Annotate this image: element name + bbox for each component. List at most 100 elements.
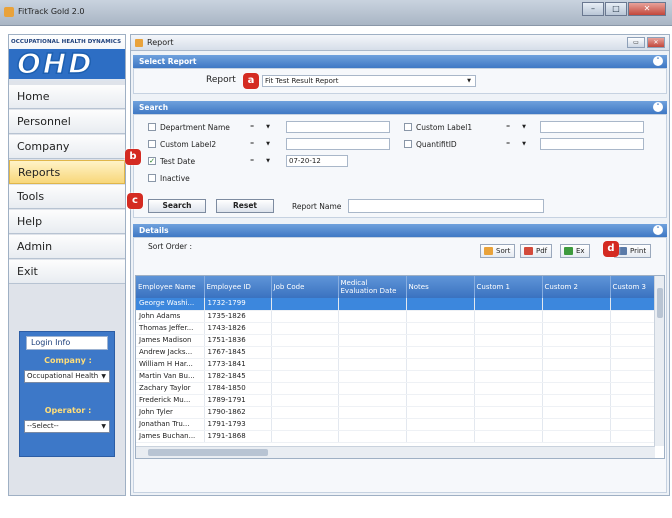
table-cell	[338, 406, 407, 419]
table-row[interactable]: Jonathan Tru... 1791-1793	[136, 418, 657, 431]
test-date-input[interactable]: 07-20-12	[286, 155, 348, 167]
inactive-checkbox[interactable]	[148, 174, 156, 182]
custom-label2-checkbox[interactable]	[148, 140, 156, 148]
custom-label2-input[interactable]	[286, 138, 390, 150]
report-icon	[135, 39, 143, 47]
nav-admin[interactable]: Admin	[9, 235, 125, 259]
table-cell: Zachary Taylor	[136, 382, 205, 395]
table-cell	[271, 322, 339, 335]
report-name-input[interactable]	[348, 199, 544, 213]
table-cell	[474, 406, 543, 419]
department-name-input[interactable]	[286, 121, 390, 133]
excel-button[interactable]: Ex	[560, 244, 590, 258]
department-name-checkbox[interactable]	[148, 123, 156, 131]
column-header[interactable]: Custom 1	[474, 276, 543, 298]
column-header[interactable]: Employee ID	[204, 276, 272, 298]
collapse-icon[interactable]: ˄	[653, 56, 663, 66]
results-grid[interactable]: Employee Name Employee ID Job Code Medic…	[135, 275, 665, 459]
table-cell	[610, 346, 657, 359]
pdf-button[interactable]: Pdf	[520, 244, 553, 258]
report-close-button[interactable]: ✕	[647, 37, 665, 48]
collapse-icon[interactable]: ˄	[653, 102, 663, 112]
nav-personnel[interactable]: Personnel	[9, 110, 125, 134]
column-header[interactable]: Employee Name	[136, 276, 205, 298]
table-cell	[406, 358, 475, 371]
nav-exit[interactable]: Exit	[9, 260, 125, 284]
print-label: Print	[630, 247, 647, 255]
operator-select-value: --Select--	[27, 422, 59, 430]
chevron-down-icon: ▼	[266, 158, 270, 164]
test-date-checkbox[interactable]: ✓	[148, 157, 156, 165]
maximize-button[interactable]: □	[605, 2, 627, 16]
table-cell	[271, 418, 339, 431]
scroll-thumb[interactable]	[657, 288, 663, 318]
table-row[interactable]: Andrew Jacks... 1767-1845	[136, 346, 657, 359]
table-row[interactable]: James Madison 1751-1836	[136, 334, 657, 347]
table-row[interactable]: Martin Van Bu... 1782-1845	[136, 370, 657, 383]
quantifitid-checkbox[interactable]	[404, 140, 412, 148]
column-header[interactable]: Custom 2	[542, 276, 611, 298]
table-row[interactable]: John Tyler 1790-1862	[136, 406, 657, 419]
table-cell	[406, 418, 475, 431]
report-select[interactable]: Fit Test Result Report ▼	[262, 75, 476, 87]
operator-label: Operator :	[44, 406, 92, 415]
nav-home[interactable]: Home	[9, 85, 125, 109]
report-select-value: Fit Test Result Report	[265, 77, 339, 85]
operator-select[interactable]: --Select-- ▼	[24, 420, 110, 433]
select-report-header: Select Report ˄	[133, 55, 667, 68]
table-row[interactable]: Zachary Taylor 1784-1850	[136, 382, 657, 395]
brand-logo: Occupational Health Dynamics OHD	[9, 35, 125, 81]
ohd-logo: OHD	[16, 46, 94, 81]
search-button[interactable]: Search	[148, 199, 206, 213]
operator-value: =	[506, 141, 511, 147]
column-header[interactable]: Medical Evaluation Date	[338, 276, 407, 298]
column-header[interactable]: Custom 3	[610, 276, 657, 298]
custom-label1-checkbox[interactable]	[404, 123, 412, 131]
table-cell: William H Har...	[136, 358, 205, 371]
column-header[interactable]: Job Code	[271, 276, 339, 298]
custom-label2-operator-select[interactable]: = ▼	[248, 138, 272, 150]
nav-company[interactable]: Company	[9, 135, 125, 159]
table-cell	[542, 334, 611, 347]
chevron-down-icon: ▼	[522, 141, 526, 147]
table-cell: 1789-1791	[204, 394, 272, 407]
column-header[interactable]: Notes	[406, 276, 475, 298]
table-cell	[474, 394, 543, 407]
quantifitid-operator-select[interactable]: = ▼	[504, 138, 528, 150]
table-row[interactable]: John Adams 1735-1826	[136, 310, 657, 323]
table-cell	[406, 370, 475, 383]
table-cell: 1751-1836	[204, 334, 272, 347]
vertical-scrollbar[interactable]	[654, 276, 664, 446]
reset-button[interactable]: Reset	[216, 199, 274, 213]
table-row[interactable]: George Washi... 1732-1799	[136, 298, 657, 311]
table-cell: 1743-1826	[204, 322, 272, 335]
table-cell	[338, 394, 407, 407]
table-row[interactable]: William H Har... 1773-1841	[136, 358, 657, 371]
table-cell: John Adams	[136, 310, 205, 323]
company-select[interactable]: Occupational Health ▼	[24, 370, 110, 383]
report-window: Report ▭ ✕ Select Report ˄ Report Fit Tes…	[125, 34, 670, 496]
department-operator-select[interactable]: = ▼	[248, 121, 272, 133]
minimize-button[interactable]: –	[582, 2, 604, 16]
table-cell	[271, 358, 339, 371]
close-button[interactable]: ✕	[628, 2, 666, 16]
sort-button[interactable]: Sort	[480, 244, 516, 258]
quantifitid-input[interactable]	[540, 138, 644, 150]
scroll-thumb[interactable]	[148, 449, 268, 456]
nav-reports[interactable]: Reports	[9, 160, 125, 184]
table-row[interactable]: Frederick Mu... 1789-1791	[136, 394, 657, 407]
table-cell	[271, 406, 339, 419]
nav-tools[interactable]: Tools	[9, 185, 125, 209]
chevron-down-icon: ▼	[101, 373, 106, 380]
collapse-icon[interactable]: ˄	[653, 225, 663, 235]
nav-help[interactable]: Help	[9, 210, 125, 234]
test-date-operator-select[interactable]: = ▼	[248, 155, 272, 167]
table-row[interactable]: James Buchan... 1791-1868	[136, 430, 657, 443]
print-button[interactable]: Print	[614, 244, 652, 258]
table-row[interactable]: Thomas Jeffer... 1743-1826	[136, 322, 657, 335]
horizontal-scrollbar[interactable]	[136, 446, 655, 458]
report-restore-button[interactable]: ▭	[627, 37, 645, 48]
search-header: Search ˄	[133, 101, 667, 114]
custom-label1-operator-select[interactable]: = ▼	[504, 121, 528, 133]
custom-label1-input[interactable]	[540, 121, 644, 133]
